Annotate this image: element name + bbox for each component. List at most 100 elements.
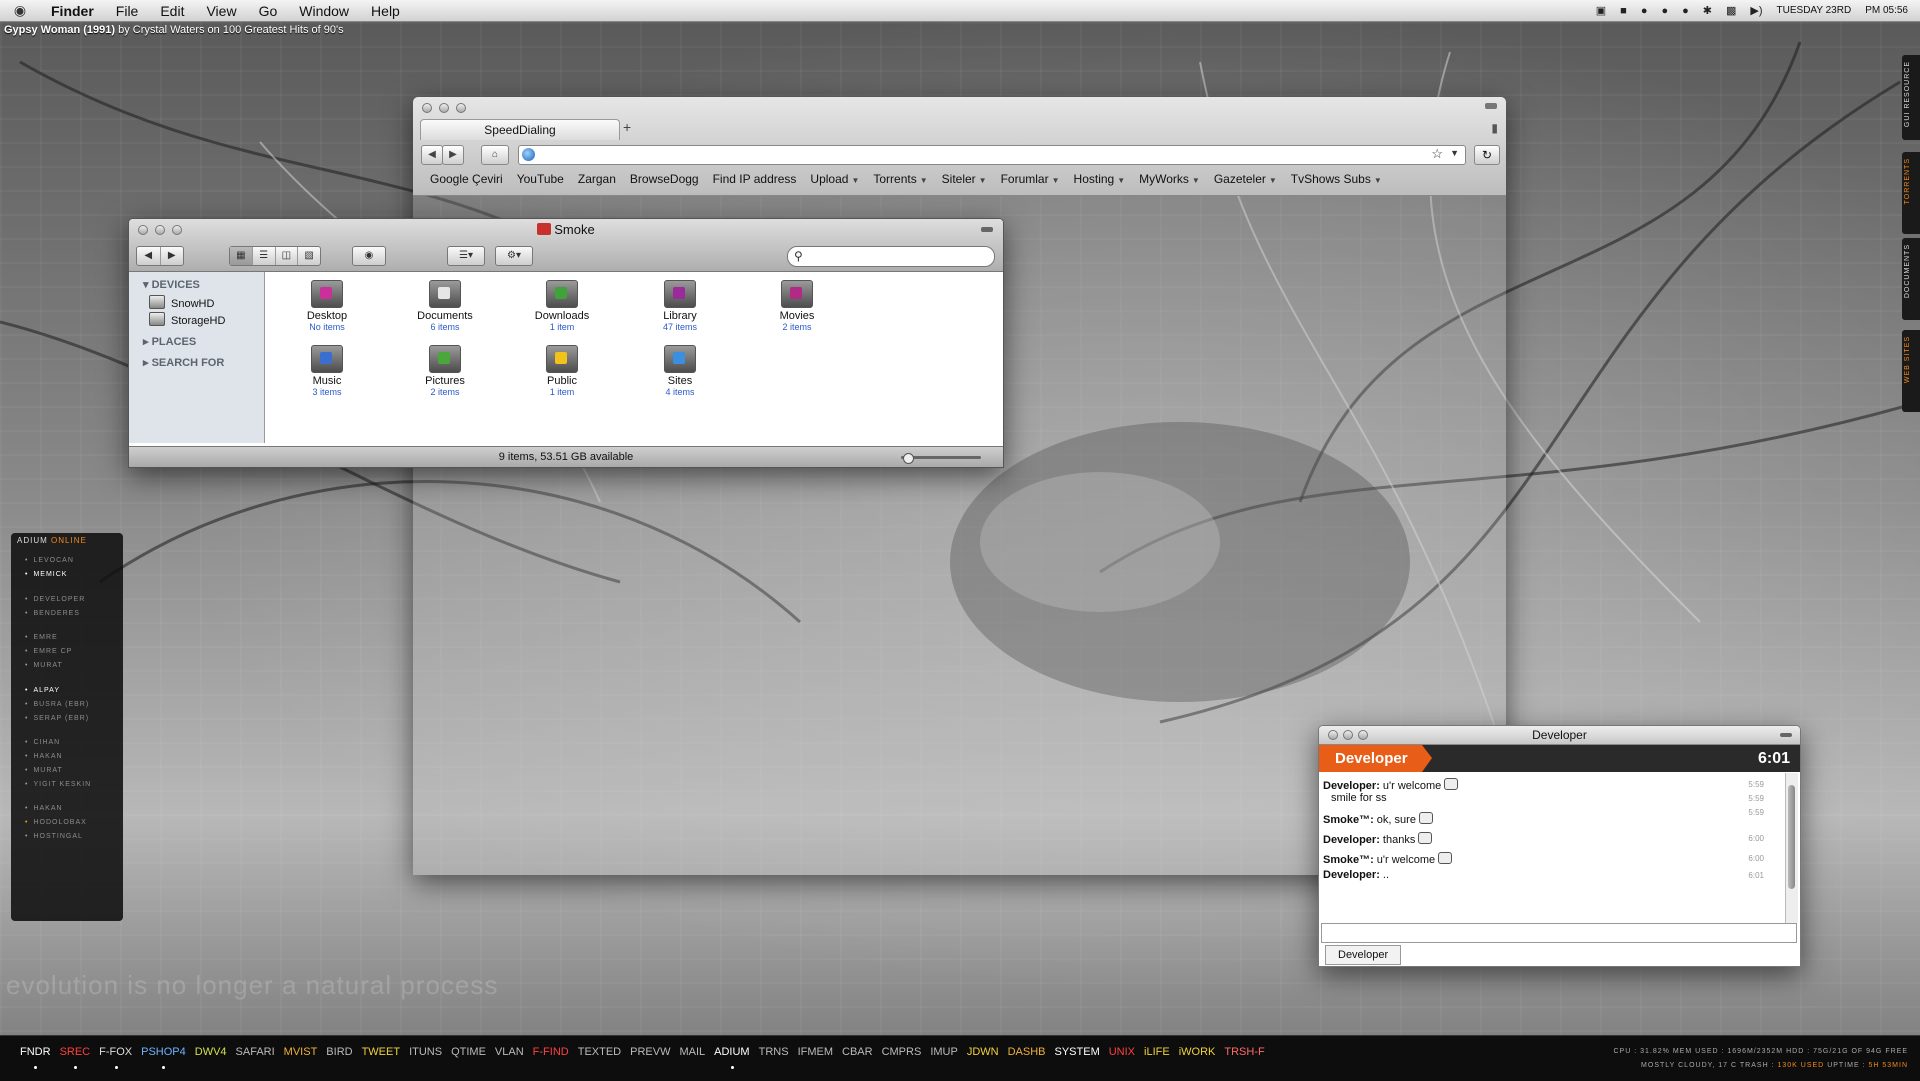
dock-app-cmprs[interactable]: CMPRS	[882, 1046, 922, 1058]
bookmark-myworks[interactable]: MyWorks ▼	[1132, 172, 1207, 186]
contact-hakan[interactable]: HAKAN	[25, 753, 63, 760]
minimize-button[interactable]	[1343, 730, 1353, 740]
drawer-documents[interactable]: DOCUMENTS	[1902, 238, 1920, 320]
sidebar-item-snowhd[interactable]: SnowHD	[149, 295, 214, 310]
dock-app-imup[interactable]: IMUP	[930, 1046, 958, 1058]
folder-music[interactable]: Music 3 items	[272, 345, 382, 397]
tab-speeddialing[interactable]: SpeedDialing	[420, 119, 620, 140]
dock-app-fndr[interactable]: FNDR	[20, 1046, 51, 1069]
back-button[interactable]: ◀	[137, 247, 161, 265]
menu-edit[interactable]: Edit	[149, 3, 195, 19]
dock-app-f-find[interactable]: F-FIND	[533, 1046, 569, 1058]
bookmark-youtube[interactable]: YouTube	[510, 172, 571, 186]
reload-button[interactable]: ↻	[1474, 145, 1500, 165]
bookmark-tvshows-subs[interactable]: TvShows Subs ▼	[1284, 172, 1389, 186]
printer-icon[interactable]: ▮	[1491, 121, 1498, 135]
dock-app-prevw[interactable]: PREVW	[630, 1046, 670, 1058]
chevron-down-icon[interactable]: ▼	[1450, 148, 1459, 158]
action-button[interactable]: ⚙▾	[495, 246, 533, 266]
sidebar-header-devices[interactable]: ▾ DEVICES	[139, 278, 200, 291]
dock-app-trsh-f[interactable]: TRSH-F	[1224, 1046, 1264, 1058]
contact-hostingal[interactable]: HOSTINGAL	[25, 833, 83, 840]
contact-developer[interactable]: DEVELOPER	[25, 596, 85, 603]
dock-app-srec[interactable]: SREC	[60, 1046, 90, 1069]
status-dot-icon[interactable]: ●	[1641, 5, 1648, 17]
dock-app-jdwn[interactable]: JDWN	[967, 1046, 999, 1058]
zoom-button[interactable]	[456, 103, 466, 113]
home-button[interactable]: ⌂	[481, 145, 509, 165]
dock-app-mail[interactable]: MAIL	[679, 1046, 705, 1058]
scroll-thumb[interactable]	[1788, 785, 1795, 889]
sidebar-header-places[interactable]: ▸ PLACES	[139, 335, 196, 348]
contact-hakan[interactable]: HAKAN	[25, 805, 63, 812]
chat-scrollbar[interactable]	[1785, 773, 1798, 923]
contact-hodolobax[interactable]: HODOLOBAX	[25, 819, 87, 826]
dock-app-system[interactable]: SYSTEM	[1055, 1046, 1100, 1058]
contact-benderes[interactable]: BENDERES	[25, 610, 80, 617]
toolbar-toggle-button[interactable]	[1485, 103, 1497, 109]
drawer-gui-resource[interactable]: GUI RESOURCE	[1902, 55, 1920, 140]
address-bar[interactable]: ☆ ▼	[518, 145, 1466, 165]
menu-window[interactable]: Window	[288, 3, 360, 19]
search-input[interactable]: ⚲	[787, 246, 995, 267]
menu-file[interactable]: File	[105, 3, 150, 19]
minimize-button[interactable]	[439, 103, 449, 113]
menu-date[interactable]: TUESDAY 23RD	[1777, 5, 1852, 16]
dock-app-cbar[interactable]: CBAR	[842, 1046, 873, 1058]
back-button[interactable]: ◀	[421, 145, 443, 165]
dock-app-trns[interactable]: TRNS	[759, 1046, 789, 1058]
contact-murat[interactable]: MURAT	[25, 767, 63, 774]
close-button[interactable]	[1328, 730, 1338, 740]
dock-app-unix[interactable]: UNIX	[1109, 1046, 1135, 1058]
drawer-torrents[interactable]: TORRENTS	[1902, 152, 1920, 234]
contact-emre[interactable]: EMRE	[25, 634, 58, 641]
message-input[interactable]	[1321, 923, 1797, 943]
toolbar-toggle-button[interactable]	[981, 227, 993, 232]
dock-app-tweet[interactable]: TWEET	[362, 1046, 401, 1058]
folder-desktop[interactable]: Desktop No items	[272, 280, 382, 332]
status-dot-icon[interactable]: ●	[1682, 5, 1689, 17]
contact-emre-cp[interactable]: EMRE CP	[25, 648, 72, 655]
contact-memick[interactable]: MEMICK	[25, 571, 67, 578]
volume-icon[interactable]: ▶)	[1750, 4, 1762, 17]
dock-app-vlan[interactable]: VLAN	[495, 1046, 524, 1058]
toolbar-toggle-button[interactable]	[1780, 733, 1792, 737]
dock-app-adium[interactable]: ADIUM	[714, 1046, 750, 1069]
contact-busra-ebr[interactable]: BUSRA (EBR)	[25, 701, 89, 708]
zoom-button[interactable]	[1358, 730, 1368, 740]
forward-button[interactable]: ▶	[442, 145, 464, 165]
dock-app-mvist[interactable]: MVIST	[284, 1046, 318, 1058]
chat-tab-developer[interactable]: Developer	[1325, 945, 1402, 965]
sidebar-header-search[interactable]: ▸ SEARCH FOR	[139, 356, 224, 369]
dock-app-iwork[interactable]: iWORK	[1179, 1046, 1216, 1058]
chat-status-icon[interactable]: ■	[1620, 5, 1627, 17]
forward-button[interactable]: ▶	[161, 247, 184, 265]
dock-app-f-fox[interactable]: F-FOX	[99, 1046, 132, 1069]
adium-status[interactable]: ONLINE	[51, 536, 87, 545]
menu-go[interactable]: Go	[248, 3, 289, 19]
arrange-button[interactable]: ☰▾	[447, 246, 485, 266]
close-button[interactable]	[422, 103, 432, 113]
dock-app-bird[interactable]: BIRD	[326, 1046, 352, 1058]
bookmark-upload[interactable]: Upload ▼	[803, 172, 866, 186]
dock-app-safari[interactable]: SAFARI	[236, 1046, 275, 1058]
contact-serap-ebr[interactable]: SERAP (EBR)	[25, 715, 89, 722]
contact-murat[interactable]: MURAT	[25, 662, 63, 669]
contact-alpay[interactable]: ALPAY	[25, 687, 60, 694]
apple-menu-icon[interactable]: ◉	[0, 2, 40, 19]
list-view-button[interactable]: ☰	[253, 247, 276, 265]
folder-library[interactable]: Library 47 items	[625, 280, 735, 332]
bookmark-google-eviri[interactable]: Google Çeviri	[423, 172, 510, 186]
bookmark-star-icon[interactable]: ☆	[1431, 146, 1443, 162]
menu-clock[interactable]: PM 05:56	[1865, 5, 1908, 16]
folder-movies[interactable]: Movies 2 items	[742, 280, 852, 332]
folder-public[interactable]: Public 1 item	[507, 345, 617, 397]
quick-look-button[interactable]: ◉	[352, 246, 386, 266]
new-tab-button[interactable]: +	[623, 119, 631, 135]
contact-levocan[interactable]: LEVOCAN	[25, 557, 74, 564]
drawer-web-sites[interactable]: WEB SITES	[1902, 330, 1920, 412]
icon-size-slider[interactable]	[901, 453, 981, 464]
coverflow-view-button[interactable]: ▧	[298, 247, 320, 265]
menu-help[interactable]: Help	[360, 3, 411, 19]
dock-app-ilife[interactable]: iLIFE	[1144, 1046, 1170, 1058]
